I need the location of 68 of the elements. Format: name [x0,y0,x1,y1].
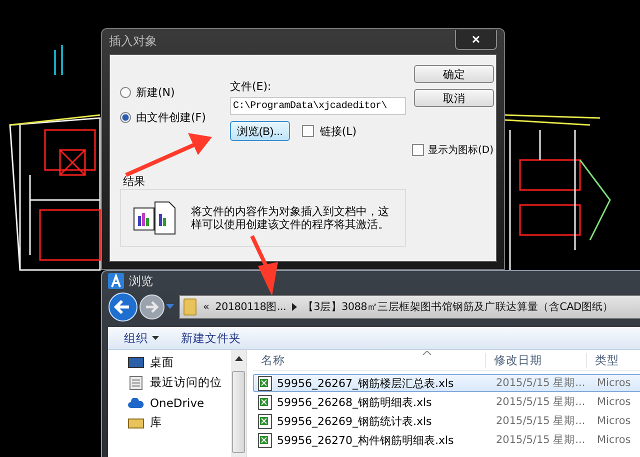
toolbar-button[interactable]: 组织 [120,330,163,346]
sort-icon [423,351,431,355]
nav-item[interactable]: 最近访问的位 [150,375,222,390]
breadcrumb-item[interactable]: « [203,301,210,313]
address-bar[interactable]: « 20180118图... 【3层】3088㎡三层框架图书馆钢筋及广联达算量（含CAD图纸） [179,295,640,319]
file-name: 59956_26267_钢筋楼层汇总表.xls [277,376,455,390]
browse-button[interactable]: 浏览(B)... [230,121,290,141]
checkbox-label: 链接(L) [320,124,357,138]
checkbox[interactable] [412,144,424,156]
nav-item[interactable]: 库 [150,415,162,430]
recent-places-icon [128,376,144,390]
radio-button[interactable] [120,112,131,123]
back-icon[interactable] [108,292,138,322]
scrollbar-thumb[interactable] [232,371,245,453]
close-button[interactable]: × [455,30,497,50]
file-date: 2015/5/15 星期... [496,433,586,447]
nav-item[interactable]: OneDrive [150,396,204,410]
file-date: 2015/5/15 星期... [496,376,586,390]
dialog-button[interactable]: 确定 [414,65,494,83]
radio-label: 新建(N) [136,85,175,100]
library-icon [128,416,144,428]
breadcrumb-item[interactable]: 20180118图... [215,300,286,314]
file-type: Micros [597,377,631,389]
radio-label: 由文件创建(F) [136,110,206,125]
column-header[interactable]: 类型 [586,352,619,368]
scrollbar[interactable] [231,350,246,457]
pointer-arrow [250,235,278,296]
spreadsheet-icon [258,394,272,410]
file-row[interactable]: 59956_26269_钢筋统计表.xls 2015/5/15 星期... Micros [253,412,640,430]
file-type: Micros [597,434,631,446]
file-label: 文件(E): [230,79,272,94]
file-row[interactable]: 59956_26267_钢筋楼层汇总表.xls 2015/5/15 星期... Micros [253,374,640,392]
file-row[interactable]: 59956_26268_钢筋明细表.xls 2015/5/15 星期... Micros [253,393,640,411]
file-path-field[interactable]: C:\ProgramData\xjcadeditor\ [230,97,406,115]
documents-icon [133,200,177,236]
checkbox-label: 显示为图标(D) [428,144,494,157]
chevron-icon [292,303,297,311]
file-type: Micros [597,396,631,408]
app-icon [108,273,124,289]
folder-icon [183,298,197,316]
result-description: 将文件的内容作为对象插入到文档中，这样可以使用创建该文件的程序将其激活。 [191,205,390,231]
forward-icon[interactable] [139,294,165,320]
dialog-button[interactable]: 取消 [414,89,494,107]
spreadsheet-icon [258,414,272,428]
breadcrumb-item[interactable]: 【3层】3088㎡三层框架图书馆钢筋及广联达算量（含CAD图纸） [302,300,614,314]
monitor-icon [128,356,144,368]
scroll-up-icon[interactable] [234,356,242,361]
file-name: 59956_26268_钢筋明细表.xls [277,394,433,410]
caret-icon [152,336,159,340]
file-name: 59956_26270_构件钢筋明细表.xls [277,432,455,448]
dropdown-icon[interactable] [166,304,174,310]
file-name: 59956_26269_钢筋统计表.xls [277,414,433,428]
column-header[interactable]: 修改日期 [485,352,586,368]
spreadsheet-icon [258,376,272,390]
column-header[interactable]: 名称 [253,352,485,368]
spreadsheet-icon [258,432,272,448]
group-title: 结果 [123,174,145,189]
file-type: Micros [597,415,631,427]
radio-button[interactable] [120,87,131,98]
file-row[interactable]: 59956_26270_构件钢筋明细表.xls 2015/5/15 星期... Micros [253,431,640,449]
toolbar-button[interactable]: 新建文件夹 [177,330,245,346]
nav-item[interactable]: 桌面 [150,355,174,370]
file-date: 2015/5/15 星期... [496,414,586,428]
checkbox[interactable] [302,125,314,137]
cloud-icon [128,398,144,408]
window-title: 插入对象 [109,33,157,50]
window-title: 浏览 [129,272,153,290]
file-date: 2015/5/15 星期... [496,395,586,409]
